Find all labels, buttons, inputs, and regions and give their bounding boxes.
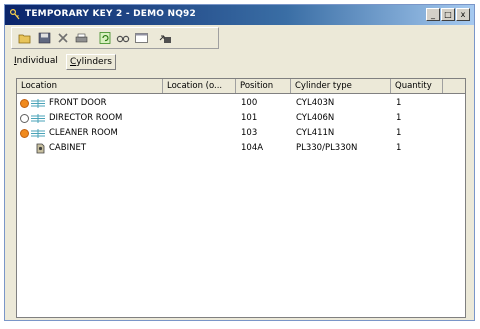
cabinet-icon — [36, 143, 45, 154]
column-header-row: Location Location (o... Position Cylinde… — [17, 79, 465, 94]
door-icon — [31, 129, 45, 138]
table-row[interactable]: CABINET 104A PL330/PL330N 1 — [17, 141, 465, 156]
location-cell: CLEANER ROOM — [49, 128, 118, 138]
column-header-location[interactable]: Location — [17, 79, 163, 93]
quantity-cell: 1 — [396, 113, 402, 123]
quantity-cell: 1 — [396, 143, 402, 153]
location-cell: FRONT DOOR — [49, 98, 107, 108]
column-header-cylinder-type[interactable]: Cylinder type — [291, 79, 391, 93]
key-app-icon — [10, 9, 20, 20]
status-orange-icon — [20, 129, 29, 138]
status-orange-icon — [20, 99, 29, 108]
door-icon — [31, 99, 45, 108]
tab-cylinders[interactable]: Cylinders — [66, 54, 116, 70]
cylinder-type-cell: CYL406N — [296, 113, 335, 123]
door-icon — [31, 114, 45, 123]
position-cell: 101 — [241, 113, 258, 123]
quantity-cell: 1 — [396, 98, 402, 108]
app-window: TEMPORARY KEY 2 - DEMO NQ92 _ □ x Indivi… — [4, 4, 475, 321]
window-icon[interactable] — [134, 31, 149, 45]
position-cell: 100 — [241, 98, 258, 108]
close-button[interactable]: x — [456, 8, 470, 21]
print-icon[interactable] — [74, 31, 89, 45]
export-icon[interactable] — [158, 31, 173, 45]
table-row[interactable]: CLEANER ROOM 103 CYL411N 1 — [17, 126, 465, 141]
search-icon[interactable] — [116, 31, 131, 45]
delete-icon[interactable] — [56, 31, 71, 45]
table-row[interactable]: DIRECTOR ROOM 101 CYL406N 1 — [17, 111, 465, 126]
window-title: TEMPORARY KEY 2 - DEMO NQ92 — [25, 9, 196, 19]
tab-individual[interactable]: Individual — [11, 54, 61, 70]
refresh-icon[interactable] — [98, 31, 113, 45]
cylinders-list[interactable]: Location Location (o... Position Cylinde… — [16, 78, 466, 318]
column-header-quantity[interactable]: Quantity — [391, 79, 443, 93]
location-cell: DIRECTOR ROOM — [49, 113, 123, 123]
toolbar — [11, 27, 219, 49]
column-header-location-other[interactable]: Location (o... — [163, 79, 236, 93]
open-icon[interactable] — [18, 31, 33, 45]
cylinder-type-cell: PL330/PL330N — [296, 143, 358, 153]
position-cell: 103 — [241, 128, 258, 138]
cylinder-type-cell: CYL403N — [296, 98, 335, 108]
column-header-position[interactable]: Position — [236, 79, 291, 93]
position-cell: 104A — [241, 143, 264, 153]
title-bar[interactable]: TEMPORARY KEY 2 - DEMO NQ92 _ □ x — [5, 5, 474, 25]
location-cell: CABINET — [49, 143, 87, 153]
status-empty-icon — [20, 114, 29, 123]
maximize-button[interactable]: □ — [441, 8, 455, 21]
save-icon[interactable] — [37, 31, 52, 45]
table-row[interactable]: FRONT DOOR 100 CYL403N 1 — [17, 96, 465, 111]
quantity-cell: 1 — [396, 128, 402, 138]
cylinder-type-cell: CYL411N — [296, 128, 335, 138]
minimize-button[interactable]: _ — [426, 8, 440, 21]
